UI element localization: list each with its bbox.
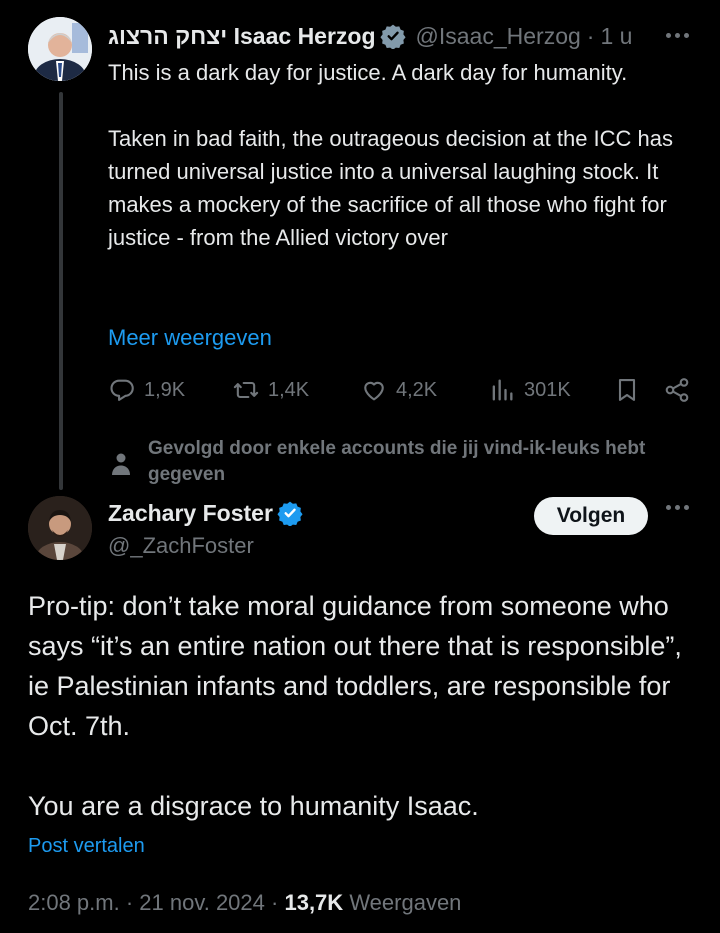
tweet2-date[interactable]: 21 nov. 2024 [139, 890, 265, 915]
meta-separator: · [125, 890, 134, 915]
tweet2-paragraph: Pro-tip: don’t take moral guidance from … [28, 591, 682, 741]
tweet1-paragraph: Taken in bad faith, the outrageous decis… [108, 126, 674, 250]
reply-button[interactable]: 1,9K [108, 372, 185, 408]
reply-count: 1,9K [144, 378, 186, 401]
verified-badge-icon [277, 500, 303, 527]
avatar-isaac-herzog[interactable] [28, 17, 92, 81]
heart-icon [364, 381, 384, 401]
tweet1-header: יצחק הרצוג Isaac Herzog @Isaac_Herzog · … [108, 18, 632, 54]
tweet1-handle[interactable]: @Isaac_Herzog [416, 23, 581, 50]
views-count: 13,7K [284, 890, 344, 915]
tweet1-paragraph: This is a dark day for justice. A dark d… [108, 60, 628, 85]
like-button[interactable]: 4,2K [360, 372, 437, 408]
avatar-zachary-foster[interactable] [28, 496, 92, 560]
views-count: 301K [524, 378, 571, 401]
share-icon [665, 378, 689, 402]
tweet1-text: This is a dark day for justice. A dark d… [108, 56, 688, 254]
tweet2-paragraph: You are a disgrace to humanity Isaac. [28, 791, 479, 821]
tweet2-text: Pro-tip: don’t take moral guidance from … [28, 586, 708, 826]
tweet2-handle[interactable]: @_ZachFoster [108, 530, 254, 562]
thread-connector-line [59, 92, 63, 490]
tweet2-header: Zachary Foster [108, 496, 303, 530]
more-dots-icon[interactable] [666, 505, 689, 510]
repost-count: 1,4K [268, 378, 310, 401]
tweet1-separator: · [586, 22, 595, 49]
repost-button[interactable]: 1,4K [232, 372, 309, 408]
speech-bubble-icon [110, 379, 134, 401]
verified-badge-icon [379, 23, 406, 50]
more-dots-icon[interactable] [666, 33, 689, 38]
person-icon [112, 453, 130, 475]
tweet2-author-name[interactable]: Zachary Foster [108, 500, 273, 527]
tweet1-timestamp[interactable]: 1 u [600, 23, 632, 50]
bookmark-button[interactable] [613, 372, 649, 408]
bar-chart-icon [492, 379, 513, 401]
translate-post-link[interactable]: Post vertalen [28, 832, 145, 860]
tweet1-action-bar: 1,9K 1,4K 4,2K 301K [108, 372, 698, 408]
share-button[interactable] [663, 372, 699, 408]
tweet2-time[interactable]: 2:08 p.m. [28, 890, 120, 915]
tweet2-meta: 2:08 p.m. · 21 nov. 2024 · 13,7K Weergav… [28, 886, 461, 920]
like-count: 4,2K [396, 378, 438, 401]
repost-arrows-icon [233, 381, 259, 399]
views-button[interactable]: 301K [488, 372, 571, 408]
views-label: Weergaven [349, 890, 462, 915]
follow-button[interactable]: Volgen [534, 497, 648, 535]
show-more-link[interactable]: Meer weergeven [108, 322, 272, 354]
tweet1-author-name[interactable]: יצחק הרצוג Isaac Herzog [108, 23, 376, 50]
bookmark-icon [618, 379, 636, 401]
social-context-text: Gevolgd door enkele accounts die jij vin… [148, 438, 646, 485]
meta-separator: · [271, 890, 279, 915]
